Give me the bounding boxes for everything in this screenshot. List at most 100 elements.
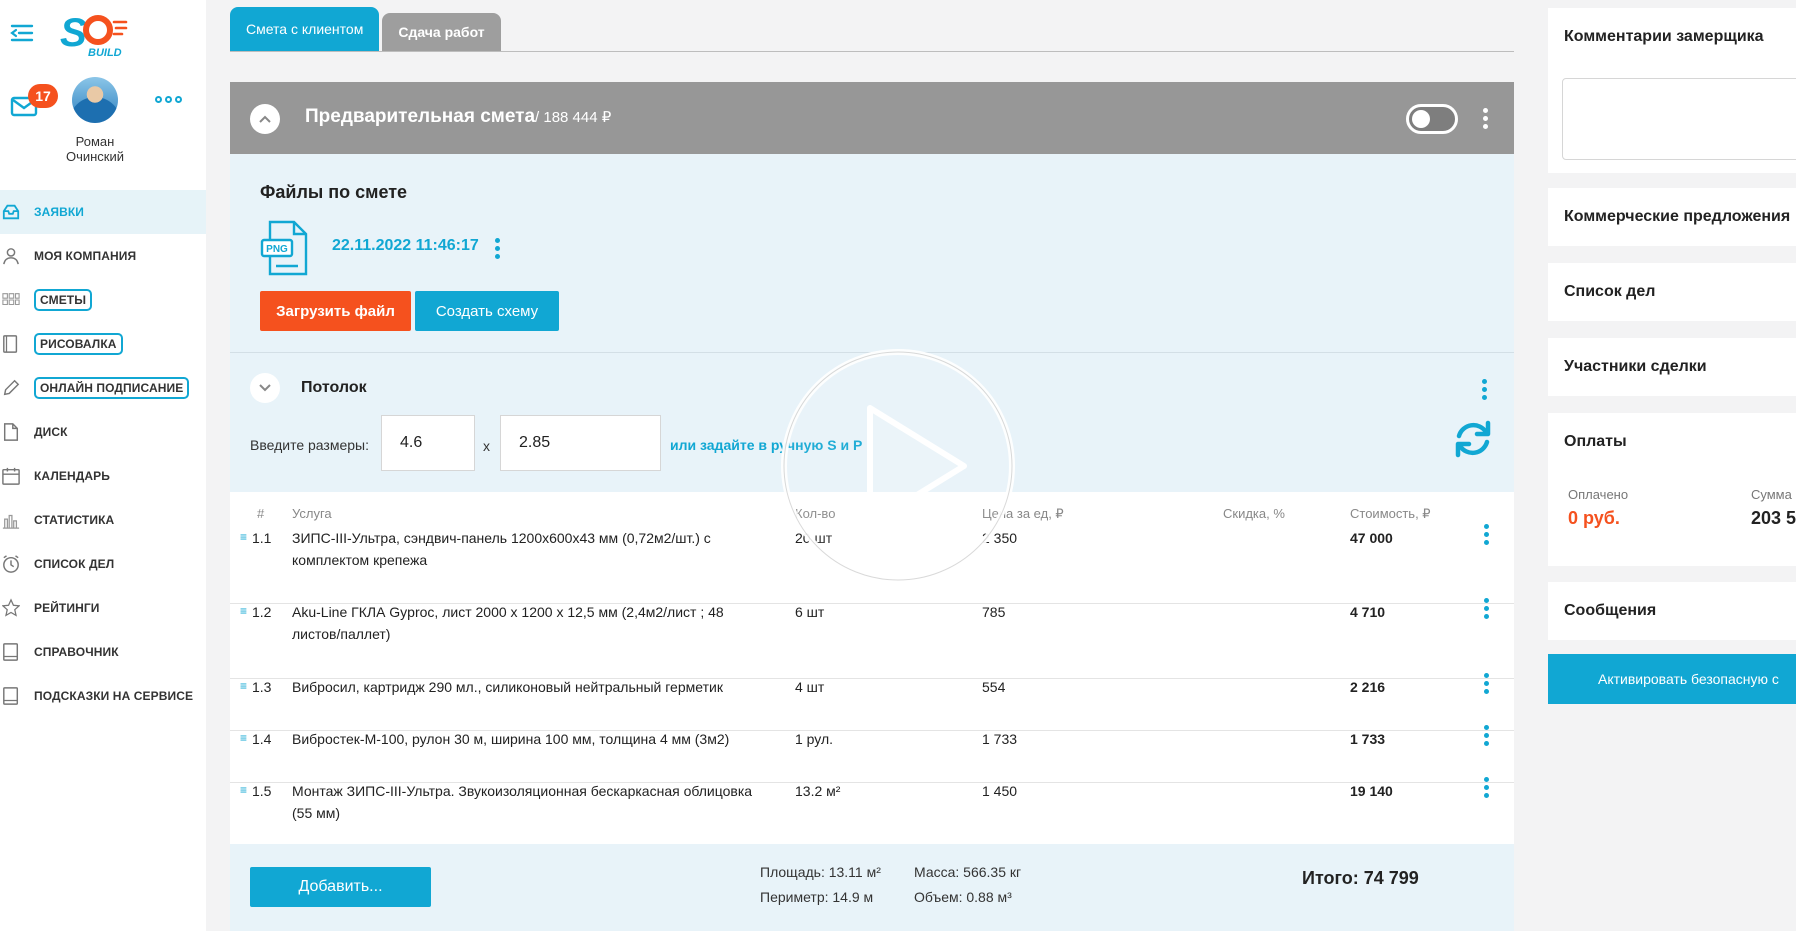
sidebar-item-label: КАЛЕНДАРЬ [34, 469, 110, 483]
row-menu-icon[interactable] [1484, 598, 1489, 619]
surveyor-comment-input[interactable] [1562, 78, 1796, 160]
estimate-title: Предварительная смета/ 188 444 ₽ [305, 106, 611, 128]
calendar-icon [2, 467, 20, 485]
sidebar-item-online-signing[interactable]: ОНЛАЙН ПОДПИСАНИЕ [0, 366, 206, 410]
drag-handle-icon[interactable]: ≡ [240, 731, 247, 745]
clock-icon [3, 555, 19, 573]
deal-participants-card[interactable]: Участники сделки [1548, 338, 1796, 396]
table-row[interactable]: ≡ 1.3 Вибросил, картридж 290 мл., силико… [230, 673, 1514, 731]
column-header-cost: Стоимость, ₽ [1350, 506, 1431, 521]
row-unit-price: 1 733 [982, 731, 1018, 747]
upload-file-button[interactable]: Загрузить файл [260, 291, 411, 331]
row-service: Монтаж ЗИПС-III-Ультра. Звукоизоляционна… [292, 783, 753, 821]
volume-value: Объем: 0.88 м³ [914, 889, 1012, 905]
row-number: 1.1 [252, 530, 272, 546]
row-quantity: 1 рул. [795, 731, 834, 747]
row-number: 1.4 [252, 731, 272, 747]
file-menu-icon[interactable] [495, 238, 500, 259]
sidebar-item-label: СМЕТЫ [34, 289, 93, 311]
width-input[interactable]: 4.6 [381, 415, 475, 471]
commercial-offers-title: Коммерческие предложения [1564, 208, 1791, 225]
collapse-ceiling-button[interactable] [250, 373, 280, 403]
chevron-up-icon [259, 115, 271, 123]
add-service-button[interactable]: Добавить... [250, 867, 431, 907]
right-panel: Комментарии замерщика Коммерческие предл… [1548, 0, 1796, 931]
row-menu-icon[interactable] [1484, 673, 1489, 694]
tab-bar: Смета с клиентом Сдача работ [230, 7, 501, 52]
file-date-link[interactable]: 22.11.2022 11:46:17 [332, 237, 479, 255]
sidebar-item-label: ЗАЯВКИ [34, 205, 85, 219]
book-icon [3, 335, 18, 353]
length-input[interactable]: 2.85 [500, 415, 661, 471]
drag-handle-icon[interactable]: ≡ [240, 530, 247, 544]
sidebar-item-requests[interactable]: ЗАЯВКИ [0, 190, 206, 234]
row-cost: 19 140 [1350, 783, 1393, 799]
sidebar-item-statistics[interactable]: СТАТИСТИКА [0, 498, 206, 542]
row-unit-price: 1 450 [982, 783, 1018, 799]
avatar[interactable] [72, 77, 118, 123]
sidebar-item-calendar[interactable]: КАЛЕНДАРЬ [0, 454, 206, 498]
sidebar-item-disk[interactable]: ДИСК [0, 410, 206, 454]
row-menu-icon[interactable] [1484, 777, 1489, 798]
pencil-icon [3, 379, 20, 396]
sum-value: 203 5 [1751, 508, 1796, 528]
area-value: Площадь: 13.11 м² [760, 864, 881, 880]
row-cost: 2 216 [1350, 679, 1386, 695]
menu-collapse-icon[interactable] [10, 23, 34, 43]
table-row[interactable]: ≡ 1.2 Aku-Line ГКЛА Gyproc, лист 2000 х … [230, 598, 1514, 679]
perimeter-value: Периметр: 14.9 м [760, 889, 874, 905]
estimate-toggle[interactable] [1406, 104, 1458, 134]
activate-safe-deal-button[interactable]: Активировать безопасную с [1548, 654, 1796, 704]
sidebar-item-label: РЕЙТИНГИ [34, 601, 100, 615]
sidebar-item-label: РИСОВАЛКА [34, 333, 123, 355]
row-menu-icon[interactable] [1484, 524, 1489, 545]
tab-estimate-with-client[interactable]: Смета с клиентом [230, 7, 380, 51]
sidebar-item-label: СПРАВОЧНИК [34, 645, 119, 659]
drag-handle-icon[interactable]: ≡ [240, 679, 247, 693]
ceiling-menu-icon[interactable] [1482, 379, 1487, 400]
commercial-offers-card[interactable]: Коммерческие предложения [1548, 188, 1796, 246]
files-section: Файлы по смете PNG 22.11.2022 11:46:17 З… [230, 154, 1514, 352]
dimensions-label: Введите размеры: [250, 437, 369, 453]
sidebar-item-my-company[interactable]: МОЯ КОМПАНИЯ [0, 234, 206, 278]
row-quantity: 13.2 м² [795, 783, 841, 799]
sidebar-item-label: ОНЛАЙН ПОДПИСАНИЕ [34, 377, 190, 399]
row-service: Вибростек-М-100, рулон 30 м, ширина 100 … [292, 731, 730, 747]
table-row[interactable]: ≡ 1.4 Вибростек-М-100, рулон 30 м, ширин… [230, 725, 1514, 783]
collapse-estimate-button[interactable] [250, 104, 280, 134]
book-icon [3, 687, 19, 705]
column-header-number: # [257, 506, 265, 521]
messages-title: Сообщения [1564, 602, 1657, 619]
drag-handle-icon[interactable]: ≡ [240, 783, 247, 797]
row-number: 1.2 [252, 604, 272, 620]
more-options-icon[interactable] [155, 96, 183, 106]
sidebar-item-estimates[interactable]: СМЕТЫ [0, 278, 206, 322]
total-value: Итого: 74 799 [1302, 868, 1419, 888]
row-quantity: 4 шт [795, 679, 825, 695]
sidebar-item-todo[interactable]: СПИСОК ДЕЛ [0, 542, 206, 586]
sidebar-item-hints[interactable]: ПОДСКАЗКИ НА СЕРВИСЕ [0, 674, 206, 718]
row-menu-icon[interactable] [1484, 725, 1489, 746]
star-icon [2, 598, 20, 617]
row-quantity: 6 шт [795, 604, 825, 620]
grid-icon [2, 293, 20, 306]
refresh-icon[interactable] [1452, 418, 1494, 460]
png-file-icon[interactable]: PNG [260, 220, 310, 276]
paid-label: Оплачено [1568, 487, 1629, 502]
ceiling-title: Потолок [301, 379, 367, 396]
drag-handle-icon[interactable]: ≡ [240, 604, 247, 618]
sidebar-item-drawing[interactable]: РИСОВАЛКА [0, 322, 206, 366]
notification-badge: 17 [28, 84, 58, 108]
sobuild-logo[interactable]: S BUILD [60, 10, 132, 58]
todo-card[interactable]: Список дел [1548, 263, 1796, 321]
play-icon[interactable] [778, 346, 1018, 586]
messages-card[interactable]: Сообщения [1548, 582, 1796, 640]
estimate-menu-icon[interactable] [1483, 108, 1488, 129]
create-scheme-button[interactable]: Создать схему [415, 291, 559, 331]
sidebar-item-ratings[interactable]: РЕЙТИНГИ [0, 586, 206, 630]
sidebar-item-directory[interactable]: СПРАВОЧНИК [0, 630, 206, 674]
column-header-discount: Скидка, % [1223, 506, 1285, 521]
table-row[interactable]: ≡ 1.5 Монтаж ЗИПС-III-Ультра. Звукоизоля… [230, 777, 1514, 844]
sidebar-item-label: СПИСОК ДЕЛ [34, 557, 115, 571]
tab-work-delivery[interactable]: Сдача работ [382, 13, 501, 51]
